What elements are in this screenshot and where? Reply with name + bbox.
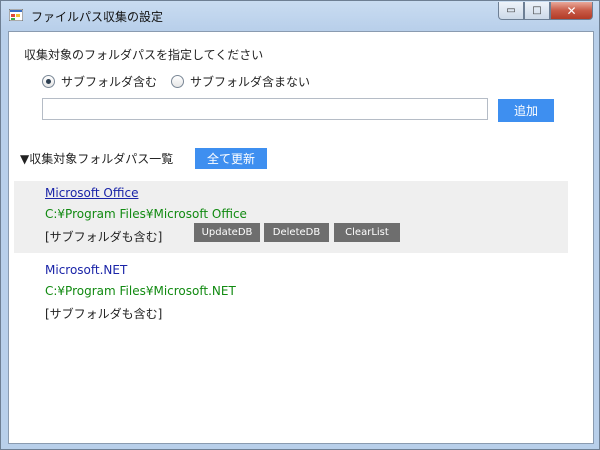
entry-path: C:¥Program Files¥Microsoft.NET bbox=[45, 284, 236, 298]
radio-exclude-subfolders-label[interactable]: サブフォルダ含まない bbox=[190, 73, 310, 90]
client-area: 収集対象のフォルダパスを指定してください サブフォルダ含む サブフォルダ含まない… bbox=[8, 31, 594, 444]
maximize-button[interactable]: □ bbox=[524, 2, 550, 20]
maximize-icon: □ bbox=[532, 5, 542, 16]
entry-subfolder-note: [サブフォルダも含む] bbox=[45, 307, 163, 321]
close-button[interactable]: ✕ bbox=[550, 2, 593, 20]
window-title: ファイルパス収集の設定 bbox=[31, 10, 164, 24]
add-button[interactable]: 追加 bbox=[498, 99, 554, 122]
settings-window: ファイルパス収集の設定 ▭ □ ✕ 収集対象のフォルダパスを指定してください サ… bbox=[0, 0, 600, 450]
app-window-icon bbox=[9, 9, 23, 21]
list-item[interactable]: Microsoft.NET C:¥Program Files¥Microsoft… bbox=[14, 258, 568, 330]
clear-list-button[interactable]: ClearList bbox=[334, 223, 400, 242]
radio-include-subfolders[interactable] bbox=[42, 75, 55, 88]
delete-db-button[interactable]: DeleteDB bbox=[264, 223, 329, 242]
update-db-button[interactable]: UpdateDB bbox=[194, 223, 260, 242]
minimize-button[interactable]: ▭ bbox=[498, 2, 524, 20]
close-icon: ✕ bbox=[566, 3, 577, 18]
radio-selected-dot bbox=[46, 79, 51, 84]
window-controls: ▭ □ ✕ bbox=[498, 2, 593, 20]
subfolder-radio-group: サブフォルダ含む サブフォルダ含まない bbox=[42, 73, 324, 90]
entry-name[interactable]: Microsoft.NET bbox=[45, 263, 127, 277]
entry-path: C:¥Program Files¥Microsoft Office bbox=[45, 207, 247, 221]
title-bar[interactable]: ファイルパス収集の設定 ▭ □ ✕ bbox=[1, 1, 599, 31]
folder-list-heading[interactable]: ▼収集対象フォルダパス一覧 bbox=[20, 150, 173, 167]
radio-include-subfolders-label[interactable]: サブフォルダ含む bbox=[61, 73, 157, 90]
folder-path-input[interactable] bbox=[42, 98, 488, 120]
entry-name-link[interactable]: Microsoft Office bbox=[45, 186, 138, 200]
entry-subfolder-note: [サブフォルダも含む] bbox=[45, 230, 163, 244]
instruction-label: 収集対象のフォルダパスを指定してください bbox=[24, 48, 264, 62]
refresh-all-button[interactable]: 全て更新 bbox=[195, 148, 267, 169]
minimize-icon: ▭ bbox=[506, 5, 516, 16]
radio-exclude-subfolders[interactable] bbox=[171, 75, 185, 88]
list-item[interactable]: Microsoft Office C:¥Program Files¥Micros… bbox=[14, 181, 568, 253]
